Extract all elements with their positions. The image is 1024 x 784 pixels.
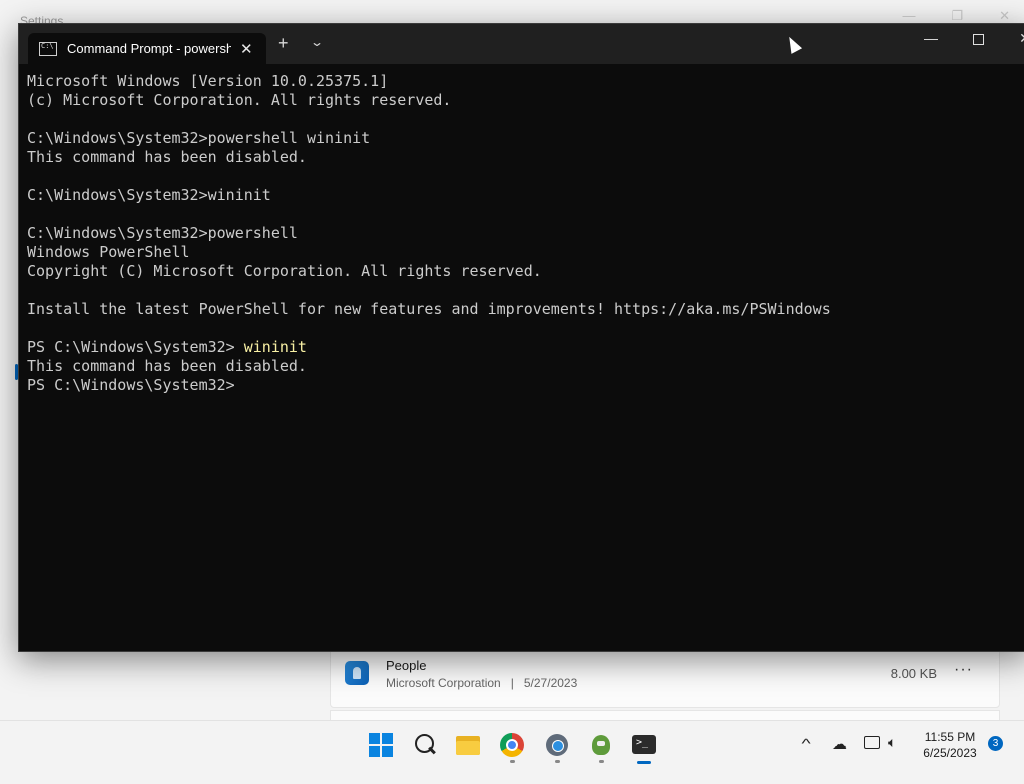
console-prompt: PS C:\Windows\System32> xyxy=(27,338,244,356)
console-line: C:\Windows\System32>wininit xyxy=(27,186,271,204)
console-line: (c) Microsoft Corporation. All rights re… xyxy=(27,91,452,109)
background-window-controls: — ❐ ✕ xyxy=(902,8,1010,24)
terminal-icon[interactable] xyxy=(632,733,656,757)
app-date: 5/27/2023 xyxy=(523,676,578,690)
tab-dropdown-button[interactable]: ⌄ xyxy=(310,35,324,49)
cmd-icon xyxy=(39,41,57,56)
app-publisher: Microsoft Corporation xyxy=(386,676,501,690)
settings-icon[interactable] xyxy=(545,733,569,757)
more-options-button[interactable]: ··· xyxy=(954,661,973,679)
chrome-icon[interactable] xyxy=(500,733,524,757)
app-name: People xyxy=(386,658,427,673)
clock-date: 6/25/2023 xyxy=(923,746,977,760)
tab-command-prompt[interactable]: Command Prompt - powershell ✕ xyxy=(28,33,266,64)
taskbar: ^ ☁ 🔈︎ 11:55 PM 6/25/2023 3 xyxy=(0,720,1024,769)
onedrive-icon[interactable]: ☁ xyxy=(832,735,847,783)
console-command: wininit xyxy=(243,338,307,356)
volume-icon[interactable]: 🔈︎ xyxy=(888,734,896,782)
maximize-icon xyxy=(972,34,984,45)
console-line: Microsoft Windows [Version 10.0.25375.1] xyxy=(27,72,389,90)
terminal-titlebar[interactable]: Command Prompt - powershell ✕ + ⌄ — ✕ xyxy=(19,24,1024,64)
network-icon[interactable] xyxy=(864,736,880,749)
running-indicator xyxy=(555,760,560,763)
show-hidden-icons-chevron-icon[interactable]: ^ xyxy=(801,736,810,784)
tab-close-icon[interactable]: ✕ xyxy=(240,40,253,58)
meta-separator: | xyxy=(510,676,514,690)
console-line: This command has been disabled. xyxy=(27,357,307,375)
bg-close-icon[interactable]: ✕ xyxy=(999,8,1010,24)
clock[interactable]: 11:55 PM 6/25/2023 xyxy=(915,729,985,761)
console-line: Install the latest PowerShell for new fe… xyxy=(27,300,831,318)
clock-time: 11:55 PM xyxy=(924,730,976,744)
app-list-item-people[interactable]: People Microsoft Corporation | 5/27/2023… xyxy=(330,648,1000,708)
console-line: C:\Windows\System32>powershell xyxy=(27,224,298,242)
active-indicator xyxy=(637,761,651,764)
terminal-window[interactable]: Command Prompt - powershell ✕ + ⌄ — ✕ Mi… xyxy=(18,23,1024,652)
console-line: Copyright (C) Microsoft Corporation. All… xyxy=(27,262,542,280)
app-meta: Microsoft Corporation | 5/27/2023 xyxy=(386,676,577,690)
running-indicator xyxy=(599,760,604,763)
console-output[interactable]: Microsoft Windows [Version 10.0.25375.1]… xyxy=(27,72,1024,651)
minimize-button[interactable]: — xyxy=(911,30,951,46)
console-line: This command has been disabled. xyxy=(27,148,307,166)
people-app-icon xyxy=(345,661,369,685)
bg-restore-icon[interactable]: ❐ xyxy=(951,8,963,24)
tab-title: Command Prompt - powershell xyxy=(67,41,231,56)
file-explorer-icon[interactable] xyxy=(456,733,480,757)
app-size: 8.00 KB xyxy=(890,666,937,681)
running-indicator xyxy=(510,760,515,763)
console-line: PS C:\Windows\System32> xyxy=(27,376,235,394)
search-icon[interactable] xyxy=(413,733,437,757)
maximize-button[interactable] xyxy=(958,30,998,48)
app-icon[interactable] xyxy=(589,733,613,757)
notification-badge[interactable]: 3 xyxy=(988,736,1003,751)
bg-minimize-icon[interactable]: — xyxy=(902,8,915,24)
console-line: Windows PowerShell xyxy=(27,243,190,261)
console-line: PS C:\Windows\System32> wininit xyxy=(27,338,1024,357)
console-line: C:\Windows\System32>powershell wininit xyxy=(27,129,371,147)
new-tab-button[interactable]: + xyxy=(278,33,289,54)
start-icon[interactable] xyxy=(369,733,393,757)
close-button[interactable]: ✕ xyxy=(1005,30,1024,47)
